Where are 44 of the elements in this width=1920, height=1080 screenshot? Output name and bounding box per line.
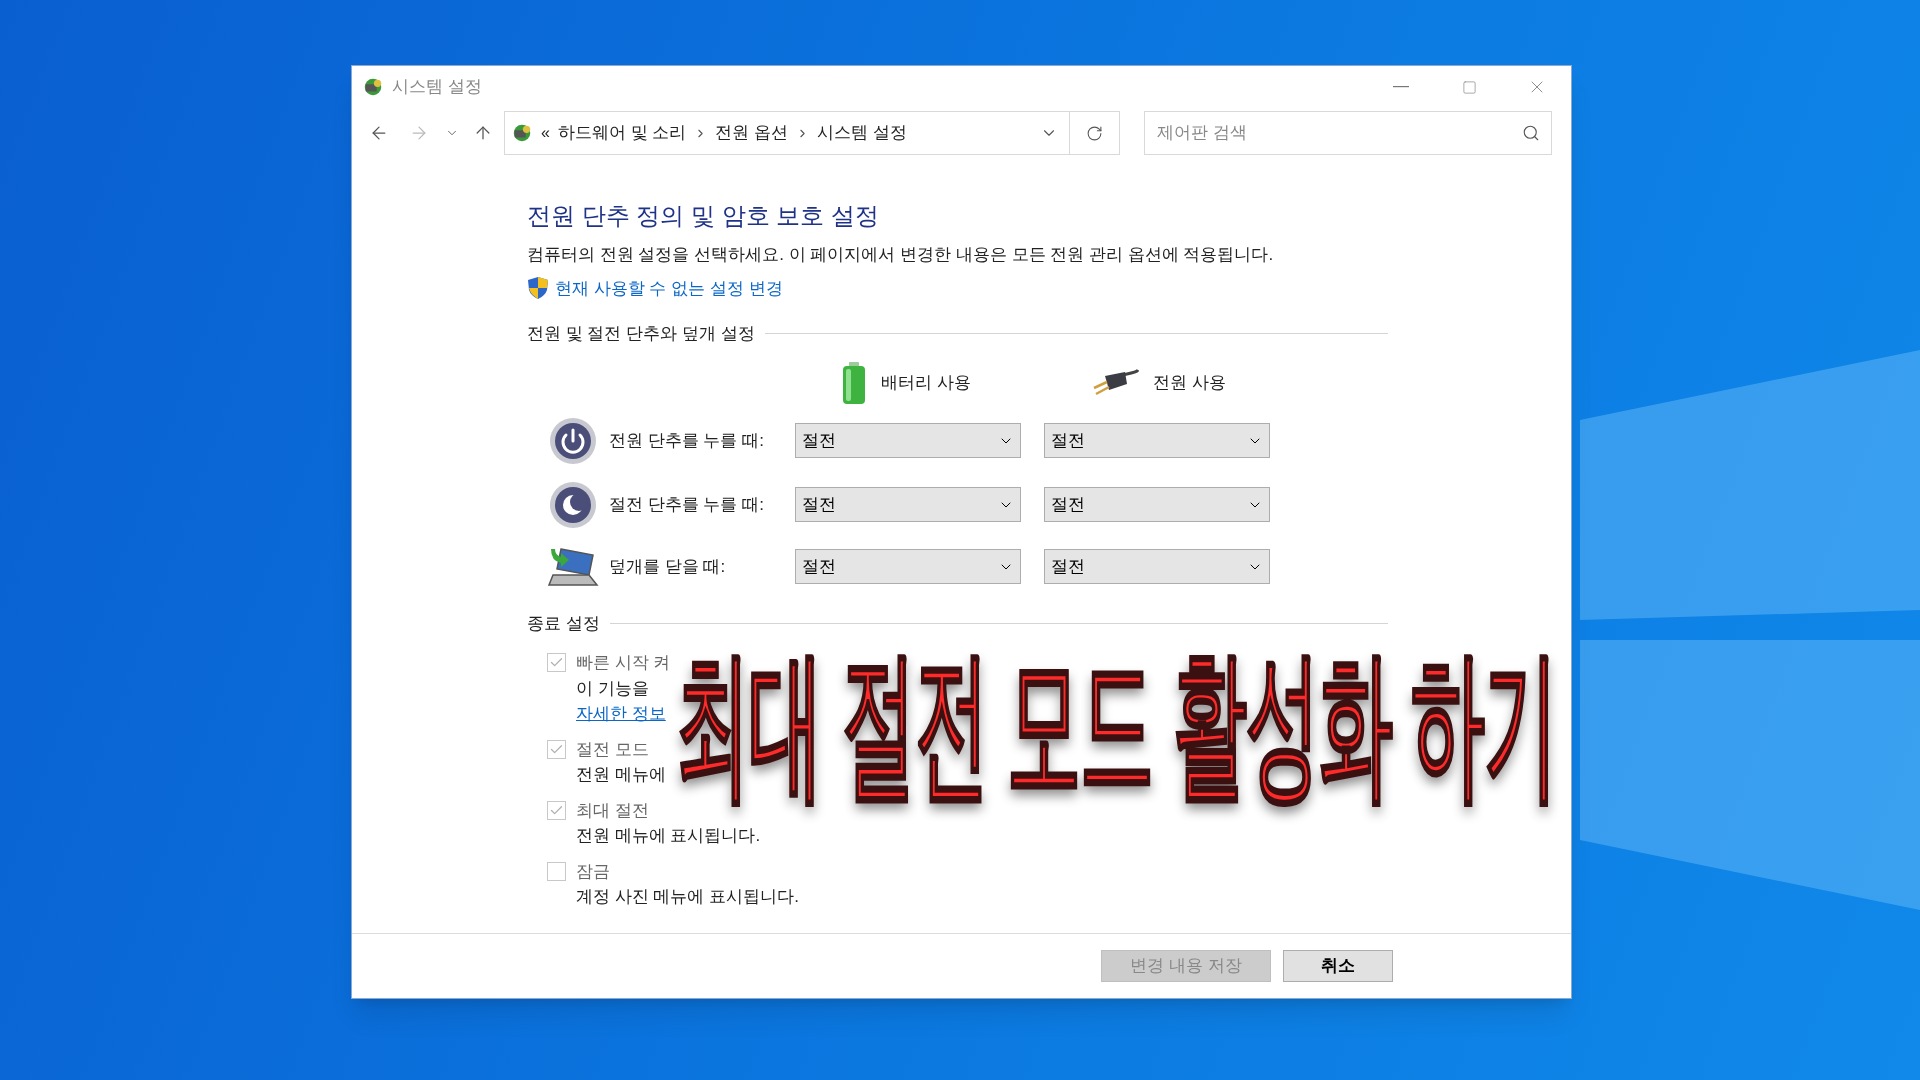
checkbox-label: 빠른 시작 켜 bbox=[576, 652, 671, 674]
checkbox-label: 잠금 bbox=[576, 860, 610, 883]
option-description: 전원 메뉴에 표시됩니다. bbox=[576, 825, 762, 847]
search-field[interactable]: 제어판 검색 bbox=[1144, 111, 1552, 155]
checkbox-label: 절전 모드 bbox=[576, 738, 649, 761]
dropdown[interactable]: 절전 bbox=[795, 487, 1021, 522]
cancel-button[interactable]: 취소 bbox=[1283, 950, 1393, 982]
control-panel-icon bbox=[362, 76, 384, 98]
minimize-icon bbox=[1393, 86, 1409, 88]
section-title: 종료 설정 bbox=[527, 612, 600, 635]
window-title: 시스템 설정 bbox=[392, 76, 482, 99]
address-bar[interactable]: « 하드웨어 및 소리 전원 옵션 시스템 설정 bbox=[504, 111, 1120, 155]
maximize-icon bbox=[1461, 79, 1477, 95]
refresh-icon bbox=[1086, 124, 1103, 142]
shield-icon bbox=[527, 276, 549, 301]
option-description: 계정 사진 메뉴에 표시됩니다. bbox=[576, 886, 800, 908]
control-panel-icon bbox=[511, 122, 533, 144]
moon-button-icon bbox=[549, 480, 597, 529]
page-description: 컴퓨터의 전원 설정을 선택하세요. 이 페이지에서 변경한 내용은 모든 전원 관리 옵션에 적용됩니다. bbox=[527, 244, 1275, 266]
breadcrumb-item[interactable]: 시스템 설정 bbox=[817, 120, 907, 146]
breadcrumb-item[interactable]: 전원 옵션 bbox=[715, 120, 789, 146]
dropdown[interactable]: 절전 bbox=[1044, 487, 1270, 522]
setting-label: 절전 단추를 누를 때: bbox=[609, 493, 765, 516]
dropdown[interactable]: 절전 bbox=[795, 423, 1021, 458]
column-header: 전원 사용 bbox=[1153, 371, 1226, 394]
power-plug-icon bbox=[1091, 367, 1139, 398]
column-header: 배터리 사용 bbox=[881, 371, 971, 394]
breadcrumb-item[interactable]: 하드웨어 및 소리 bbox=[557, 120, 687, 146]
setting-label: 전원 단추를 누를 때: bbox=[609, 429, 765, 452]
page-heading: 전원 단추 정의 및 암호 보호 설정 bbox=[527, 201, 880, 231]
breadcrumb-overflow[interactable]: « bbox=[541, 121, 550, 145]
admin-settings-link[interactable]: 현재 사용할 수 없는 설정 변경 bbox=[555, 275, 783, 301]
checkbox-label: 최대 절전 bbox=[576, 799, 649, 822]
option-description: 전원 메뉴에 bbox=[576, 764, 667, 786]
section-title: 전원 및 절전 단추와 덮개 설정 bbox=[527, 323, 755, 345]
option-description: 이 기능을 bbox=[576, 677, 650, 700]
battery-icon bbox=[841, 360, 867, 405]
search-icon bbox=[1522, 124, 1540, 142]
dropdown[interactable]: 절전 bbox=[795, 549, 1021, 584]
setting-label: 덮개를 닫을 때: bbox=[609, 555, 727, 578]
power-button-icon bbox=[549, 416, 597, 465]
overlay-caption: 최대 절전 모드 활성화 하기 bbox=[676, 643, 1558, 807]
dropdown[interactable]: 절전 bbox=[1044, 549, 1270, 584]
dropdown[interactable]: 절전 bbox=[1044, 423, 1270, 458]
